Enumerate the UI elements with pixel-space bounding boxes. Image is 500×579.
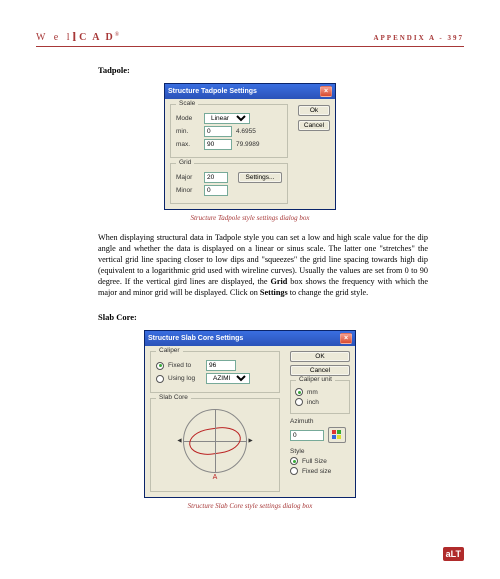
grid-legend: Grid xyxy=(176,159,194,166)
usinglog-radio[interactable] xyxy=(156,375,164,383)
brand-prefix: W e l xyxy=(36,32,72,43)
min-input[interactable] xyxy=(204,126,232,137)
tadpole-dialog: Structure Tadpole Settings × Scale Mode … xyxy=(164,83,336,210)
style-label: Style xyxy=(290,448,350,455)
mode-select[interactable]: Linear xyxy=(204,113,250,124)
unit-inch-label: inch xyxy=(307,399,319,406)
tadpole-titlebar[interactable]: Structure Tadpole Settings × xyxy=(165,84,335,99)
caliper-legend: Caliper xyxy=(156,347,183,354)
slabcore-legend: Slab Core xyxy=(156,394,191,401)
unit-mm-label: mm xyxy=(307,389,318,396)
page-header: W e llC A D® APPENDIX A - 397 xyxy=(36,28,464,47)
slab-titlebar[interactable]: Structure Slab Core Settings × xyxy=(145,331,355,346)
close-icon[interactable]: × xyxy=(320,86,332,97)
appendix-label: APPENDIX A - 397 xyxy=(373,34,464,42)
tadpole-title: Structure Tadpole Settings xyxy=(168,88,257,95)
ok-button[interactable]: Ok xyxy=(298,105,330,116)
max-input[interactable] xyxy=(204,139,232,150)
slabcore-groupbox: Slab Core ◄ ► A xyxy=(150,398,280,492)
usinglog-label: Using log xyxy=(168,375,202,382)
caliper-unit-groupbox: Caliper unit mm inch xyxy=(290,380,350,414)
ok-button[interactable]: OK xyxy=(290,351,350,362)
slab-caption: Structure Slab Core style settings dialo… xyxy=(36,502,464,510)
azimuth-input[interactable] xyxy=(290,430,324,441)
style-full-radio[interactable] xyxy=(290,457,298,465)
minor-label: Minor xyxy=(176,187,200,194)
style-fixed-label: Fixed size xyxy=(302,468,331,475)
azimuth-color-button[interactable] xyxy=(328,427,346,443)
style-full-label: Full Size xyxy=(302,458,327,465)
max-angle-value: 79.9989 xyxy=(236,141,260,148)
major-label: Major xyxy=(176,174,200,181)
max-label: max. xyxy=(176,141,200,148)
unit-mm-radio[interactable] xyxy=(295,388,303,396)
scale-groupbox: Scale Mode Linear min. 4.6955 max. xyxy=(170,104,288,158)
cancel-button[interactable]: Cancel xyxy=(298,120,330,131)
style-fixed-radio[interactable] xyxy=(290,467,298,475)
azimuth-label: Azimuth xyxy=(290,418,350,425)
min-angle-value: 4.6955 xyxy=(236,128,256,135)
cancel-button[interactable]: Cancel xyxy=(290,365,350,376)
palette-icon xyxy=(332,430,342,440)
brand-bar: l xyxy=(72,29,79,44)
minor-input[interactable] xyxy=(204,185,228,196)
slab-a-label: A xyxy=(213,474,218,481)
unit-legend: Caliper unit xyxy=(296,376,335,383)
grid-groupbox: Grid Major Settings... Minor xyxy=(170,163,288,204)
slab-diagram[interactable]: ◄ ► A xyxy=(183,409,247,473)
fixed-label: Fixed to xyxy=(168,362,202,369)
body-paragraph-1: When displaying structural data in Tadpo… xyxy=(98,232,428,298)
footer-logo: aLT xyxy=(443,547,464,561)
fixed-radio[interactable] xyxy=(156,362,164,370)
close-icon[interactable]: × xyxy=(340,333,352,344)
brand-logo: W e llC A D® xyxy=(36,28,122,44)
caliper-groupbox: Caliper Fixed to Using log AZIMI xyxy=(150,351,280,393)
usinglog-select[interactable]: AZIMI xyxy=(206,373,250,384)
tadpole-heading: Tadpole: xyxy=(98,65,464,75)
min-label: min. xyxy=(176,128,200,135)
major-input[interactable] xyxy=(204,172,228,183)
grid-settings-button[interactable]: Settings... xyxy=(238,172,282,183)
slabcore-heading: Slab Core: xyxy=(98,312,464,322)
fixed-input[interactable] xyxy=(206,360,236,371)
tadpole-caption: Structure Tadpole style settings dialog … xyxy=(36,214,464,222)
brand-registered: ® xyxy=(115,32,123,38)
scale-legend: Scale xyxy=(176,100,198,107)
unit-inch-radio[interactable] xyxy=(295,398,303,406)
brand-suffix: C A D xyxy=(79,32,115,43)
slab-title: Structure Slab Core Settings xyxy=(148,335,243,342)
slabcore-dialog: Structure Slab Core Settings × Caliper F… xyxy=(144,330,356,498)
arrow-left-icon: ◄ xyxy=(176,438,183,445)
mode-label: Mode xyxy=(176,115,200,122)
arrow-right-icon: ► xyxy=(247,438,254,445)
